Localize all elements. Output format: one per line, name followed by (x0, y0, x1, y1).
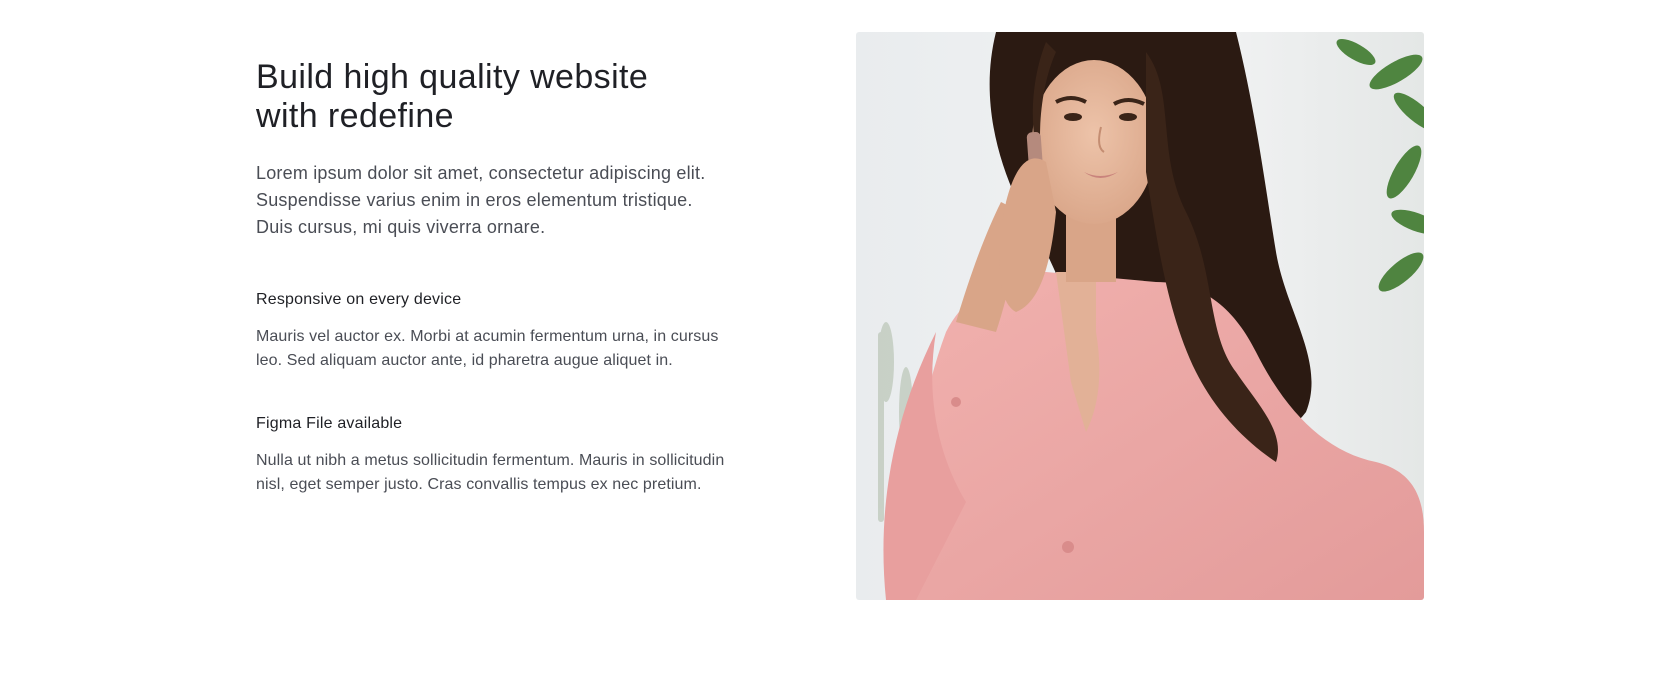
feature-item-figma: Figma File available Nulla ut nibh a met… (256, 413, 726, 497)
feature-title: Figma File available (256, 415, 403, 432)
section-lead-paragraph: Lorem ipsum dolor sit amet, consectetur … (256, 163, 706, 237)
section-heading: Build high quality website with redefine (256, 58, 649, 135)
feature-title: Responsive on every device (256, 291, 462, 308)
feature-item-responsive: Responsive on every device Mauris vel au… (256, 289, 726, 373)
feature-section: Build high quality website with redefine… (0, 0, 1680, 696)
feature-description: Mauris vel auctor ex. Morbi at acumin fe… (256, 328, 719, 369)
hero-photo (856, 32, 1424, 600)
feature-description: Nulla ut nibh a metus sollicitudin ferme… (256, 452, 725, 493)
feature-text-column: Build high quality website with redefine… (256, 58, 726, 497)
